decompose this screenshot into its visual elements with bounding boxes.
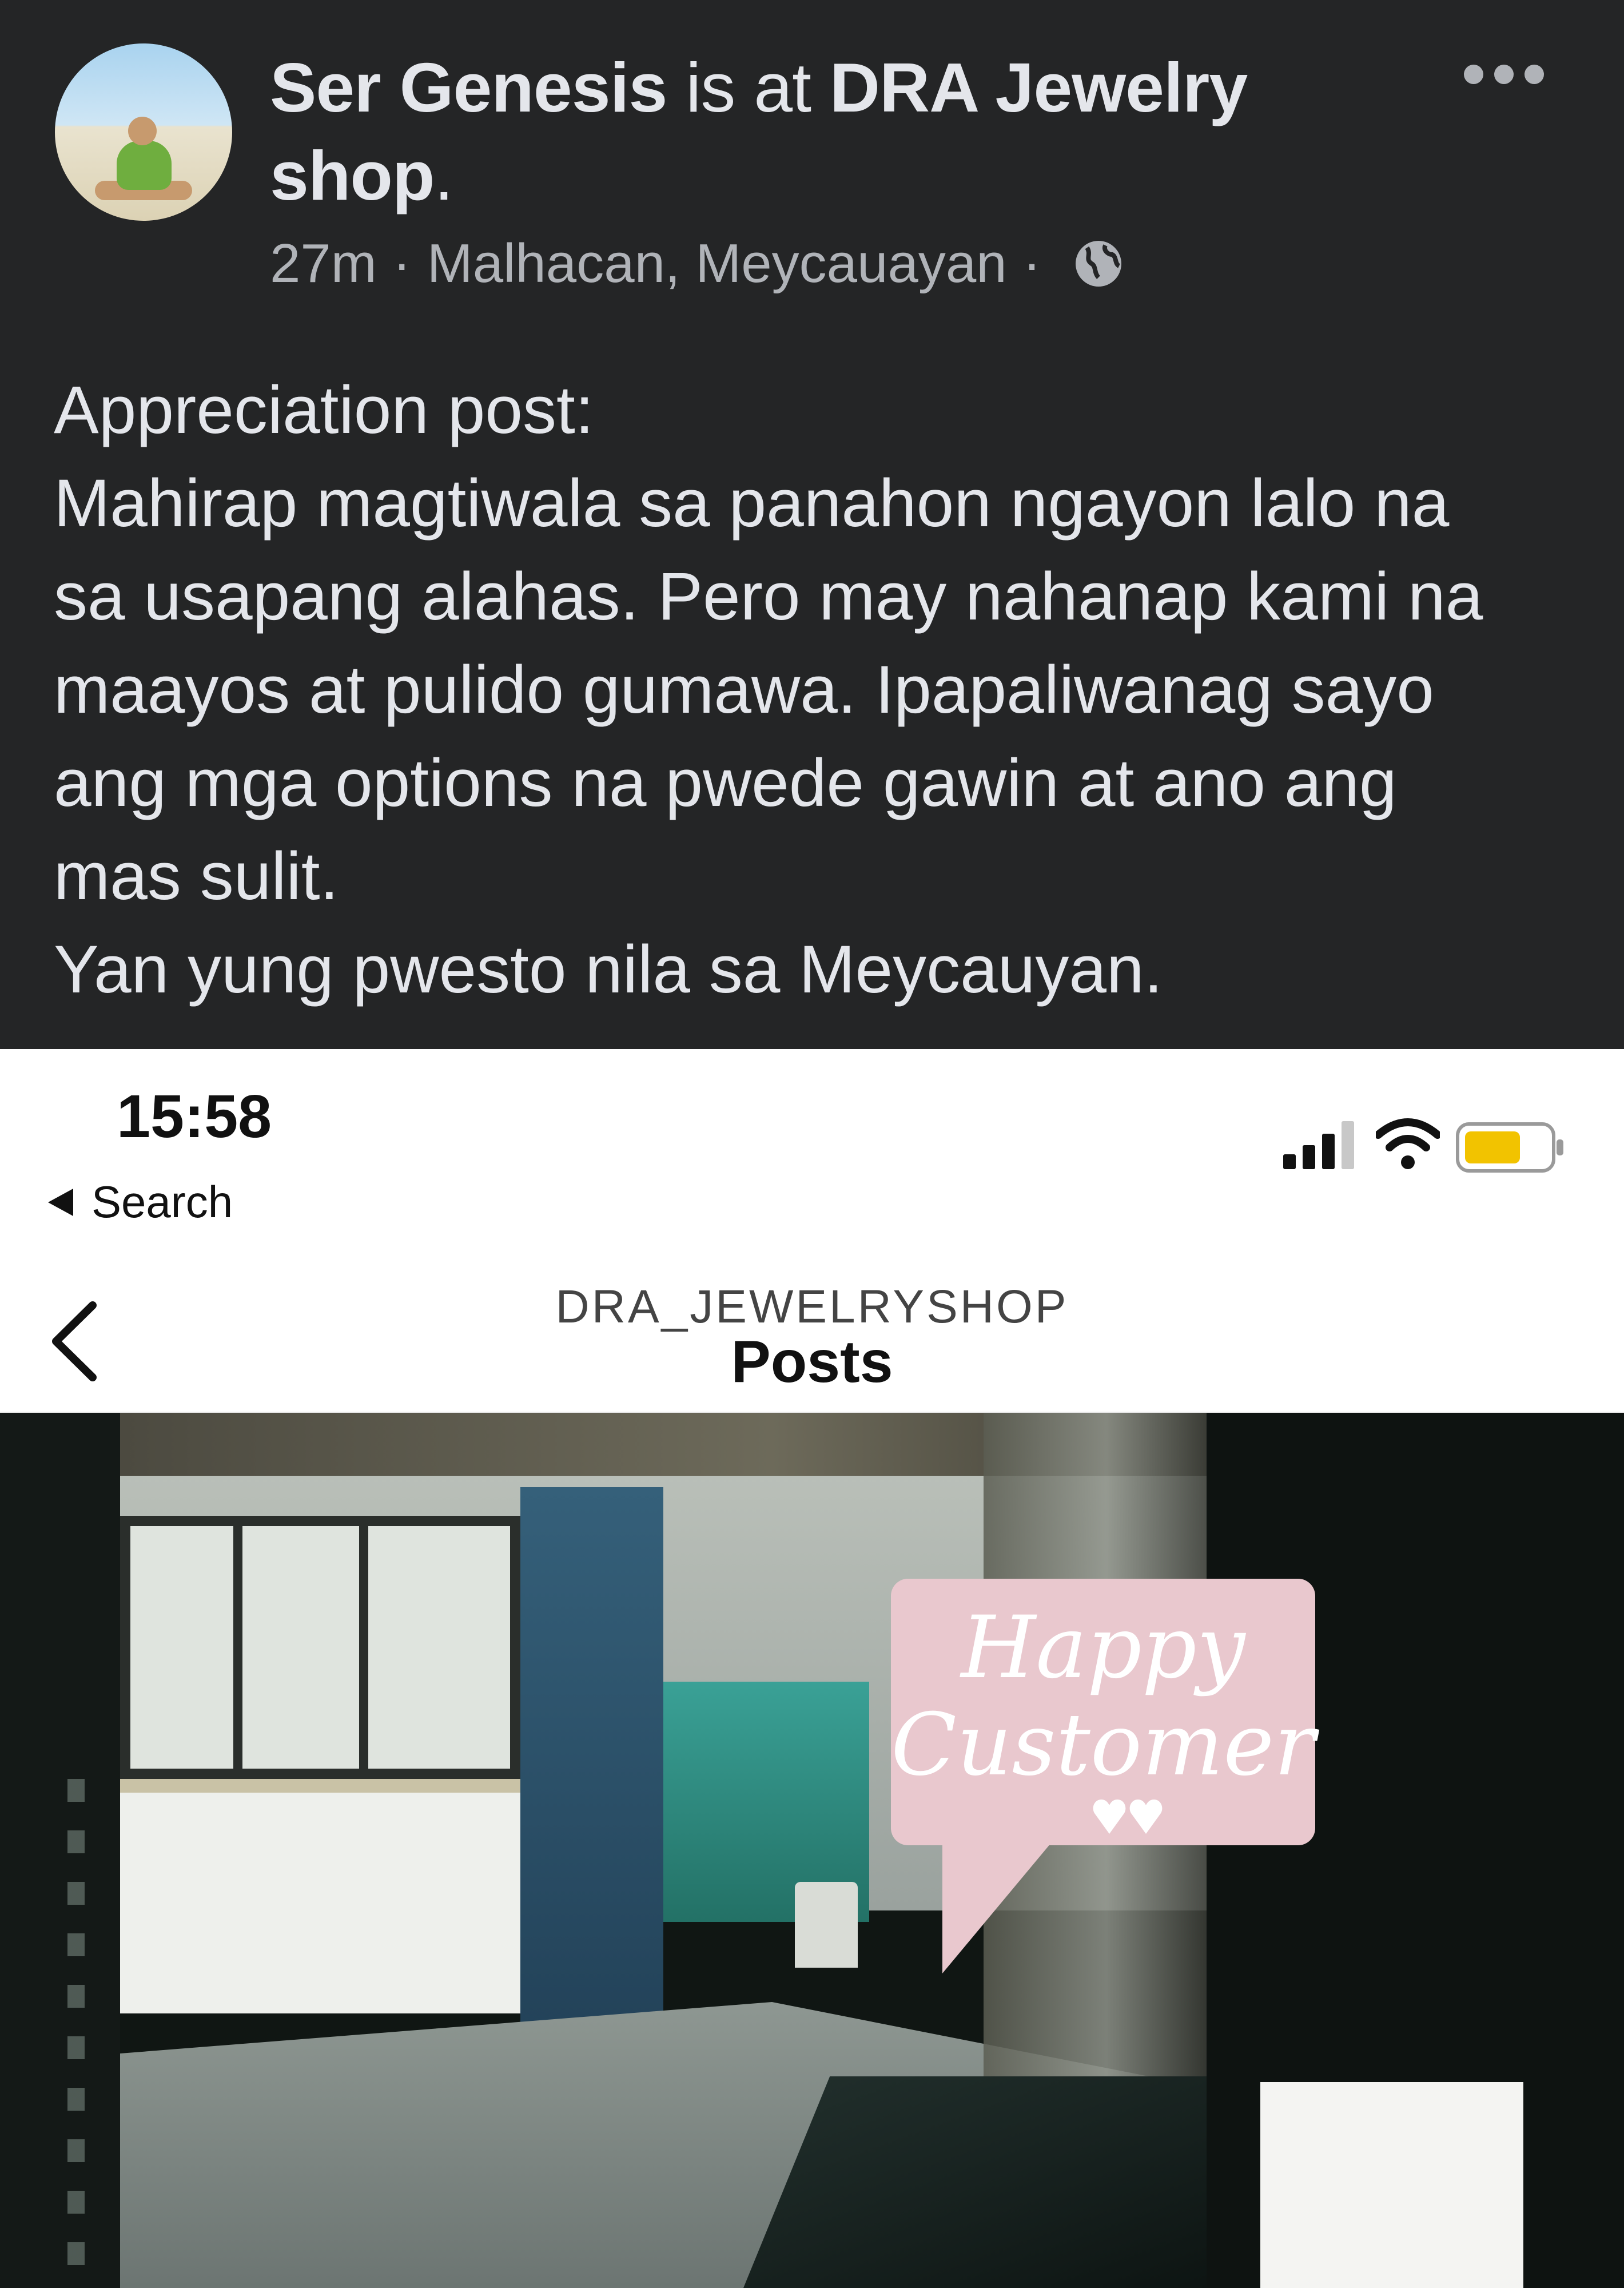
avatar-person-head (128, 117, 157, 145)
page-title: Posts (731, 1329, 893, 1395)
author-name[interactable]: Ser Genesis (270, 49, 667, 126)
meta-separator: · (392, 233, 411, 294)
photo-left-marks (67, 1779, 85, 2282)
post-body-line: maayos at pulido gumawa. Ipapaliwanag sa… (54, 652, 1434, 728)
meta-separator: · (1022, 233, 1041, 294)
more-dot (1494, 65, 1514, 84)
facebook-post: Ser Genesis is at DRA Jewelry shop. 27m … (0, 0, 1624, 1049)
header-period: . (434, 137, 453, 214)
post-body-line: ang mga options na pwede gawin at ano an… (54, 745, 1397, 821)
photo-cabinet (120, 1779, 520, 2013)
photo-white-box (1260, 2082, 1523, 2288)
post-body-line: Yan yung pwesto nila sa Meycauyan. (54, 932, 1163, 1007)
post-body-line: Mahirap magtiwala sa panahon ngayon lalo… (54, 466, 1450, 541)
back-triangle-icon (48, 1188, 73, 1216)
more-options-button[interactable] (1464, 57, 1544, 92)
photo-stool (795, 1882, 858, 1968)
post-meta: 27m · Malhacan, Meycauayan · (270, 227, 1126, 301)
post-body-line: mas sulit. (54, 839, 339, 914)
sticker-line-1: Happy (961, 1598, 1245, 1698)
profile-username: DRA_JEWELRYSHOP (555, 1281, 1069, 1333)
signal-icon (1283, 1121, 1354, 1169)
status-bar: 15:58 Search (0, 1049, 1624, 1244)
avatar-person-body (117, 141, 172, 190)
wifi-icon (1376, 1118, 1440, 1169)
post-location[interactable]: Malhacan, Meycauayan (427, 227, 1007, 301)
avatar[interactable] (55, 43, 232, 221)
shop-interior-photo[interactable]: Happy Customer (0, 1413, 1624, 2288)
photo-window-mullion (233, 1526, 242, 1769)
post-body-line: sa usapang alahas. Pero may nahanap kami… (54, 559, 1483, 634)
photo-left-edge (0, 1413, 120, 2288)
status-time: 15:58 (117, 1083, 272, 1150)
back-to-search-label: Search (91, 1177, 233, 1227)
place-name-line2[interactable]: shop (270, 137, 435, 214)
attached-screenshot[interactable]: 15:58 Search DRA_JEWELRYSHOP Posts Happy… (0, 1049, 1624, 2288)
sticker-line-2: Customer (891, 1695, 1315, 1795)
place-name-line1[interactable]: DRA Jewelry (830, 49, 1248, 126)
globe-icon[interactable] (1071, 236, 1126, 291)
back-to-search-link[interactable]: Search (48, 1176, 233, 1228)
photo-window-mullion (359, 1526, 368, 1769)
post-body: Appreciation post: Mahirap magtiwala sa … (54, 364, 1598, 1016)
post-time[interactable]: 27m (270, 227, 377, 301)
battery-icon (1456, 1122, 1563, 1173)
more-dot (1464, 65, 1483, 84)
more-dot (1525, 65, 1544, 84)
profile-posts-header: DRA_JEWELRYSHOP Posts (0, 1244, 1624, 1413)
sticker-text: Happy Customer (891, 1599, 1315, 1794)
post-body-line: Appreciation post: (54, 372, 594, 448)
hearts-icon (1093, 1800, 1163, 1834)
post-header: Ser Genesis is at DRA Jewelry shop. (270, 43, 1414, 220)
photo-window (120, 1516, 520, 1779)
checkin-text: is at (686, 49, 811, 126)
